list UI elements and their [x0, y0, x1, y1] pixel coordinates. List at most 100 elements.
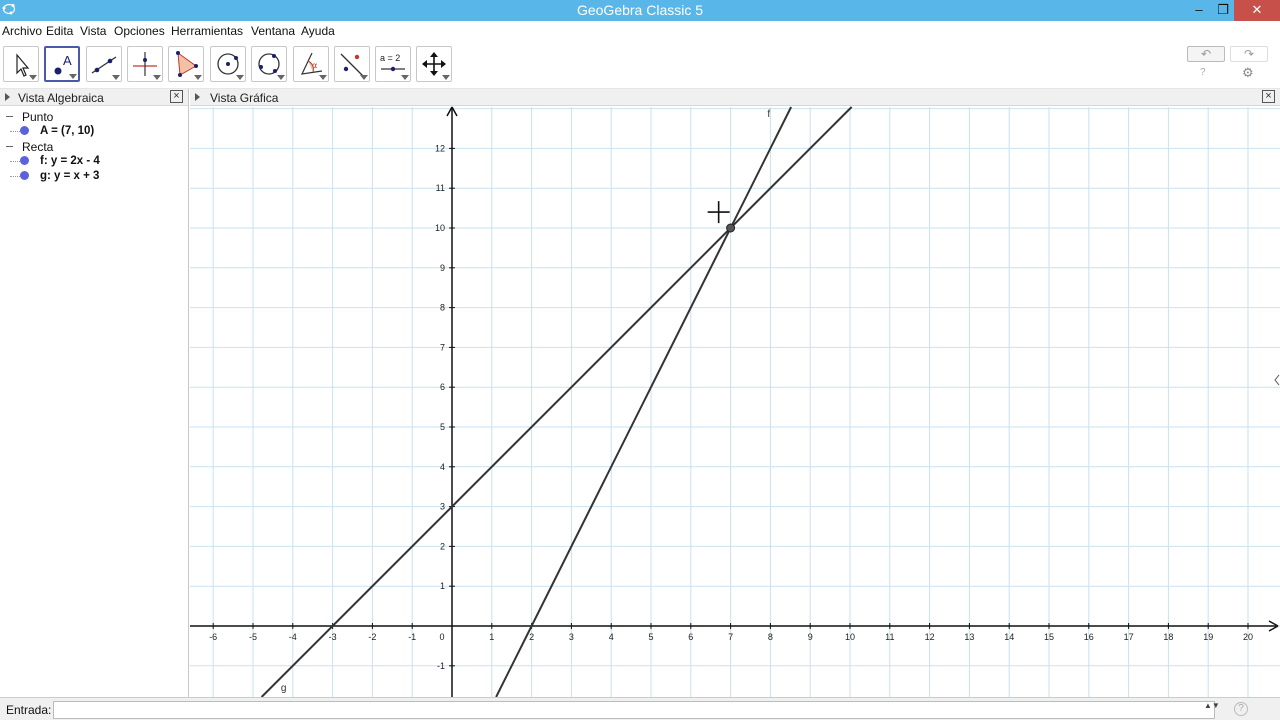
tree-connector — [10, 161, 20, 162]
collapse-arrow-icon[interactable] — [195, 93, 200, 101]
x-tick-label: -4 — [289, 632, 297, 642]
x-tick-label: 18 — [1163, 632, 1173, 642]
y-tick-label: 7 — [440, 342, 445, 352]
tree-connector — [10, 131, 20, 132]
category-recta[interactable]: Recta — [22, 140, 53, 154]
svg-text:A: A — [63, 53, 72, 68]
perpendicular-tool-button[interactable] — [127, 46, 163, 82]
line-g-label: g — [281, 683, 287, 694]
line-g[interactable] — [260, 106, 853, 697]
x-tick-label: 7 — [728, 632, 733, 642]
x-tick-label: 12 — [925, 632, 935, 642]
title-bar: GeoGebra Classic 5 – ❐ ✕ — [0, 0, 1280, 21]
tree-collapse-icon[interactable] — [6, 146, 13, 147]
visibility-toggle-a[interactable] — [20, 126, 29, 135]
algebra-item-line-g[interactable]: g: y = x + 3 — [40, 170, 99, 182]
category-punto[interactable]: Punto — [22, 110, 53, 124]
visibility-toggle-g[interactable] — [20, 171, 29, 180]
input-help-icon[interactable]: ? — [1234, 702, 1248, 716]
menu-ventana[interactable]: Ventana — [251, 24, 295, 38]
x-tick-label: 4 — [609, 632, 614, 642]
point-A[interactable] — [726, 223, 736, 233]
graphics-canvas[interactable]: -6 -5 -4 -3 -2 -1 0 1 2 3 4 5 6 7 8 9 10 11 12 13 14 15 16 17 18… — [190, 89, 1280, 697]
move-tool-button[interactable] — [3, 46, 39, 82]
visibility-toggle-f[interactable] — [20, 156, 29, 165]
menu-bar: Archivo Edita Vista Opciones Herramienta… — [0, 21, 1280, 41]
menu-opciones[interactable]: Opciones — [114, 24, 165, 38]
undo-button[interactable]: ↶ — [1187, 46, 1225, 62]
svg-text:α: α — [312, 61, 317, 70]
graphics-view-title: Vista Gráfica — [210, 91, 279, 105]
point-tool-button[interactable]: A — [44, 46, 80, 82]
side-collapse-icon[interactable] — [1274, 374, 1280, 386]
y-tick-label: 4 — [440, 462, 445, 472]
input-bar: Entrada: ▲▼ ? — [0, 697, 1280, 720]
menu-ayuda[interactable]: Ayuda — [301, 24, 335, 38]
line-f[interactable] — [495, 106, 792, 697]
menu-herramientas[interactable]: Herramientas — [171, 24, 243, 38]
x-tick-label: 11 — [885, 632, 894, 642]
reflect-tool-button[interactable] — [334, 46, 370, 82]
input-history-spinner-icon[interactable]: ▲▼ — [1204, 702, 1220, 710]
collapse-arrow-icon[interactable] — [5, 93, 10, 101]
crosshair-cursor-icon — [707, 201, 730, 224]
graphics-view[interactable]: -6 -5 -4 -3 -2 -1 0 1 2 3 4 5 6 7 8 9 10 11 12 13 14 15 16 17 18… — [190, 89, 1280, 697]
algebra-item-point-a[interactable]: A = (7, 10) — [40, 125, 94, 137]
y-tick-label: 9 — [440, 263, 445, 273]
x-tick-label: 19 — [1203, 632, 1213, 642]
x-tick-label: -3 — [329, 632, 337, 642]
y-tick-label: 1 — [440, 581, 445, 591]
help-icon[interactable]: ? — [1200, 67, 1212, 79]
redo-button[interactable]: ↷ — [1230, 46, 1268, 62]
x-tick-label: 8 — [768, 632, 773, 642]
tree-connector — [10, 176, 20, 177]
x-tick-label: 13 — [964, 632, 974, 642]
menu-edita[interactable]: Edita — [46, 24, 73, 38]
algebra-view: Vista Algebraica × Punto A = (7, 10) Rec… — [0, 89, 189, 697]
algebra-view-title: Vista Algebraica — [18, 91, 104, 105]
polygon-tool-button[interactable] — [168, 46, 204, 82]
y-tick-label: -1 — [437, 661, 445, 671]
y-tick-label: 12 — [435, 143, 445, 153]
y-tick-label: 11 — [436, 183, 445, 193]
tree-collapse-icon[interactable] — [6, 116, 13, 117]
y-tick-label: 10 — [435, 223, 445, 233]
x-tick-label: -5 — [249, 632, 257, 642]
toolbar: A α a = 2 ↶ ↷ ? ⚙ — [0, 41, 1280, 89]
window-title: GeoGebra Classic 5 — [576, 2, 704, 18]
settings-gear-icon[interactable]: ⚙ — [1242, 65, 1254, 81]
x-tick-label: -1 — [408, 632, 416, 642]
x-tick-label: -6 — [209, 632, 217, 642]
angle-tool-button[interactable]: α — [293, 46, 329, 82]
close-graphics-view-button[interactable]: × — [1262, 90, 1275, 103]
x-tick-label: -2 — [368, 632, 376, 642]
input-label: Entrada: — [6, 703, 52, 717]
input-field[interactable] — [53, 701, 1215, 719]
y-tick-label: 6 — [440, 382, 445, 392]
x-tick-label: 10 — [845, 632, 855, 642]
y-tick-label: 8 — [440, 303, 445, 313]
y-tick-label: 5 — [440, 422, 445, 432]
move-view-button[interactable] — [416, 46, 452, 82]
slider-tool-button[interactable]: a = 2 — [375, 46, 411, 82]
x-tick-label: 1 — [489, 632, 494, 642]
x-tick-label: 3 — [569, 632, 574, 642]
close-button[interactable]: ✕ — [1234, 0, 1280, 21]
x-tick-label: 6 — [688, 632, 693, 642]
y-tick-label: 3 — [440, 502, 445, 512]
x-tick-label: 0 — [439, 632, 444, 642]
algebra-view-header: Vista Algebraica × — [0, 89, 188, 106]
x-tick-label: 15 — [1044, 632, 1054, 642]
line-f-label: f — [767, 109, 770, 120]
x-tick-label: 14 — [1004, 632, 1014, 642]
x-tick-label: 17 — [1124, 632, 1134, 642]
x-tick-label: 16 — [1084, 632, 1094, 642]
menu-archivo[interactable]: Archivo — [2, 24, 42, 38]
graphics-view-header: Vista Gráfica × — [190, 89, 1280, 106]
circle-three-points-button[interactable] — [251, 46, 287, 82]
line-tool-button[interactable] — [86, 46, 122, 82]
circle-tool-button[interactable] — [210, 46, 246, 82]
menu-vista[interactable]: Vista — [80, 24, 106, 38]
close-algebra-view-button[interactable]: × — [170, 90, 183, 103]
algebra-item-line-f[interactable]: f: y = 2x - 4 — [40, 155, 100, 167]
